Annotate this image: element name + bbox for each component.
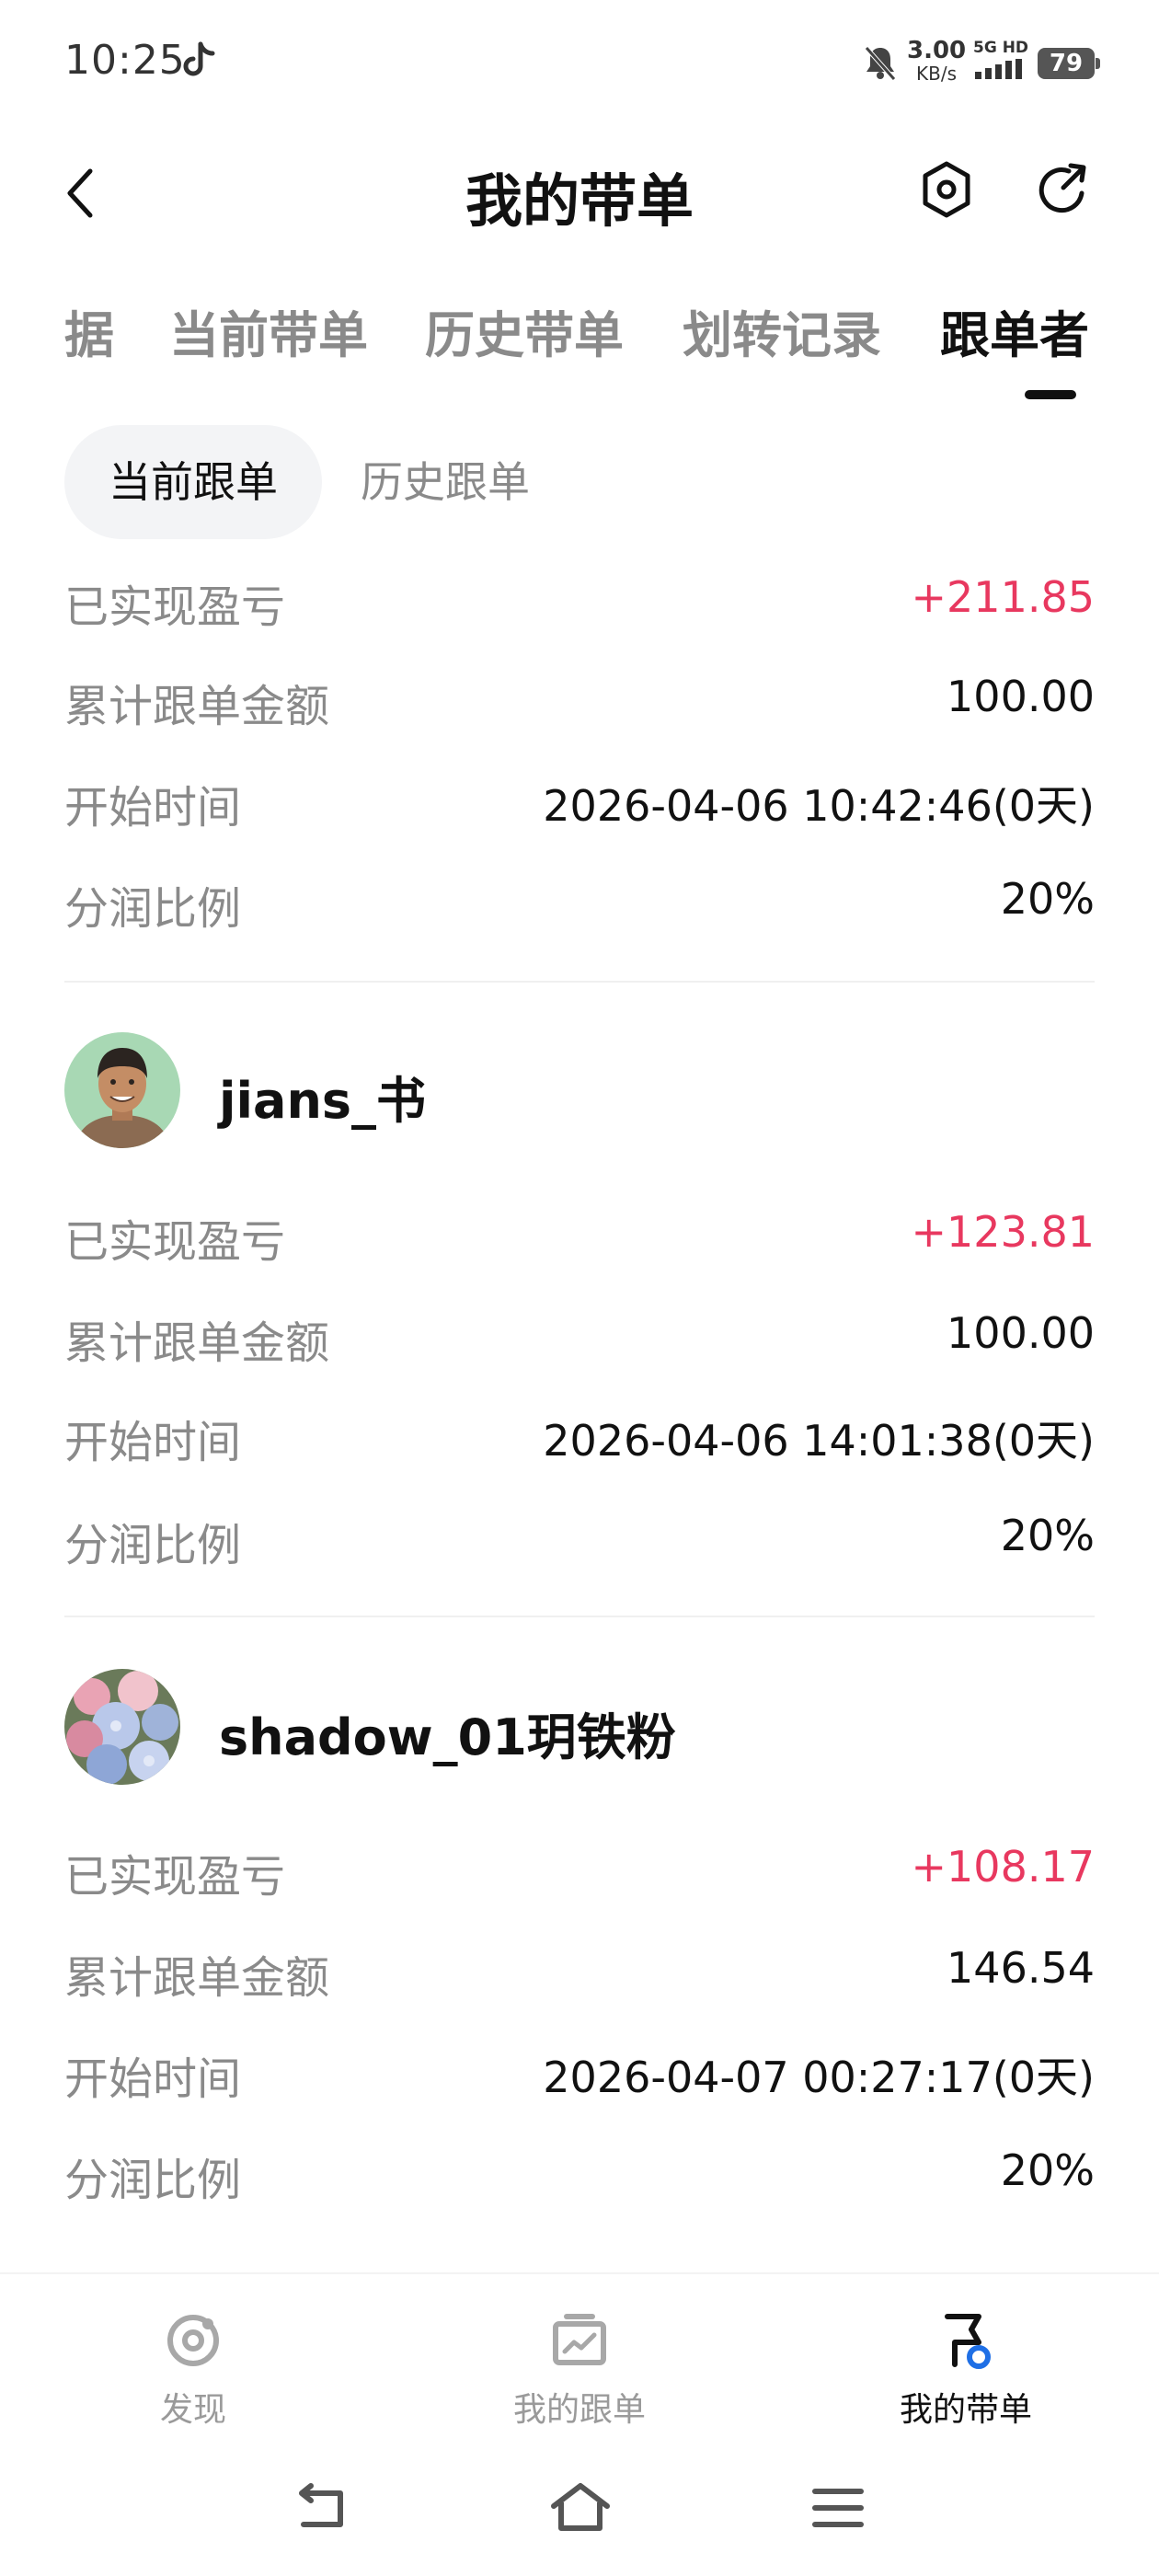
network-speed: 3.00 KB/s <box>907 39 966 83</box>
profit-share-value: 20% <box>1000 874 1095 924</box>
tab-followers[interactable]: 跟单者 <box>940 294 1089 367</box>
system-back-icon[interactable] <box>291 2480 355 2536</box>
bottom-nav: 发现 我的跟单 我的带单 <box>0 2272 1159 2438</box>
subtab-history-follow[interactable]: 历史跟单 <box>361 425 530 539</box>
profit-share-row: 分润比例 20% <box>64 2144 1095 2217</box>
row-label: 开始时间 <box>64 782 242 834</box>
record-divider <box>64 981 1095 983</box>
discover-icon <box>167 2315 219 2366</box>
profit-share-row: 分润比例 20% <box>64 872 1095 946</box>
profit-share-value: 20% <box>1000 1511 1095 1560</box>
follower-header[interactable]: jians_书 <box>64 1032 1095 1152</box>
total-follow-amount-value: 146.54 <box>947 1943 1095 1993</box>
realized-pnl-row: 已实现盈亏 +211.85 <box>64 570 1095 644</box>
realized-pnl-row: 已实现盈亏 +108.17 <box>64 1840 1095 1914</box>
row-label: 累计跟单金额 <box>64 681 330 732</box>
follower-name: jians_书 <box>219 1072 427 1130</box>
total-follow-amount-row: 累计跟单金额 100.00 <box>64 670 1095 743</box>
tab-bar: 据 当前带单 历史带单 划转记录 跟单者 <box>0 285 1159 414</box>
row-label: 累计跟单金额 <box>64 1952 330 2004</box>
row-label: 分润比例 <box>64 2155 242 2206</box>
start-time-row: 开始时间 2026-04-07 00:27:17(0天) <box>64 2042 1095 2116</box>
total-follow-amount-value: 100.00 <box>947 1308 1095 1358</box>
system-nav-bar <box>0 2438 1159 2576</box>
row-label: 分润比例 <box>64 883 242 935</box>
follower-name: shadow_01玥铁粉 <box>219 1708 676 1766</box>
tab-transfer-records[interactable]: 划转记录 <box>683 294 881 367</box>
signal-label: 5G HD <box>973 39 1029 57</box>
realized-pnl-row: 已实现盈亏 +123.81 <box>64 1205 1095 1279</box>
start-time-row: 开始时间 2026-04-06 14:01:38(0天) <box>64 1406 1095 1479</box>
status-bar: 10:25 3.00 KB/s 5G HD 79 <box>0 0 1159 129</box>
battery-indicator: 79 <box>1038 48 1100 79</box>
nav-discover[interactable]: 发现 <box>55 2311 331 2431</box>
tab-current-lead[interactable]: 当前带单 <box>169 294 368 367</box>
network-speed-value: 3.00 <box>907 37 967 64</box>
realized-pnl-value: +108.17 <box>911 1842 1096 1892</box>
page-header: 我的带单 <box>0 138 1159 248</box>
status-time: 10:25 <box>64 37 186 84</box>
total-follow-amount-value: 100.00 <box>947 672 1095 721</box>
system-home-icon[interactable] <box>548 2480 613 2536</box>
tiktok-icon <box>183 41 215 76</box>
row-label: 已实现盈亏 <box>64 581 286 633</box>
avatar-flowers-icon <box>64 1669 180 1785</box>
total-follow-amount-row: 累计跟单金额 146.54 <box>64 1941 1095 2015</box>
nav-my-follow[interactable]: 我的跟单 <box>442 2311 717 2431</box>
total-follow-amount-row: 累计跟单金额 100.00 <box>64 1306 1095 1380</box>
realized-pnl-value: +123.81 <box>911 1207 1096 1257</box>
start-time-value: 2026-04-07 00:27:17(0天) <box>543 2053 1095 2102</box>
start-time-row: 开始时间 2026-04-06 10:42:46(0天) <box>64 771 1095 845</box>
page-title: 我的带单 <box>465 167 694 235</box>
nav-label: 我的带单 <box>899 2391 1032 2429</box>
row-label: 分润比例 <box>64 1520 242 1571</box>
row-label: 累计跟单金额 <box>64 1317 330 1369</box>
nav-label: 我的跟单 <box>512 2391 646 2429</box>
row-label: 开始时间 <box>64 1417 242 1468</box>
avatar <box>64 1669 180 1785</box>
system-menu-icon[interactable] <box>806 2480 870 2536</box>
tab-active-indicator <box>1025 390 1076 399</box>
avatar-portrait-icon <box>64 1032 180 1148</box>
settings-icon[interactable] <box>918 158 975 221</box>
subtab-current-follow[interactable]: 当前跟单 <box>64 425 322 539</box>
tab-data[interactable]: 据 <box>64 294 114 367</box>
row-label: 已实现盈亏 <box>64 1216 286 1268</box>
realized-pnl-value: +211.85 <box>911 572 1096 622</box>
chart-board-icon <box>553 2314 606 2365</box>
share-icon[interactable] <box>1034 160 1093 219</box>
start-time-value: 2026-04-06 10:42:46(0天) <box>543 781 1095 831</box>
signal-bars-icon <box>975 59 1022 79</box>
row-label: 开始时间 <box>64 2053 242 2105</box>
row-label: 已实现盈亏 <box>64 1851 286 1903</box>
profit-share-value: 20% <box>1000 2145 1095 2195</box>
record-divider <box>64 1616 1095 1617</box>
nav-label: 发现 <box>159 2391 226 2429</box>
follower-header[interactable]: shadow_01玥铁粉 <box>64 1669 1095 1788</box>
network-speed-unit: KB/s <box>916 63 957 85</box>
nav-my-lead[interactable]: 我的带单 <box>828 2311 1104 2431</box>
avatar <box>64 1032 180 1148</box>
start-time-value: 2026-04-06 14:01:38(0天) <box>543 1416 1095 1466</box>
bell-off-icon <box>865 46 896 81</box>
signal-indicator: 5G HD <box>973 40 1032 81</box>
profit-share-row: 分润比例 20% <box>64 1509 1095 1582</box>
flag-icon <box>945 2314 991 2369</box>
tab-history-lead[interactable]: 历史带单 <box>425 294 624 367</box>
